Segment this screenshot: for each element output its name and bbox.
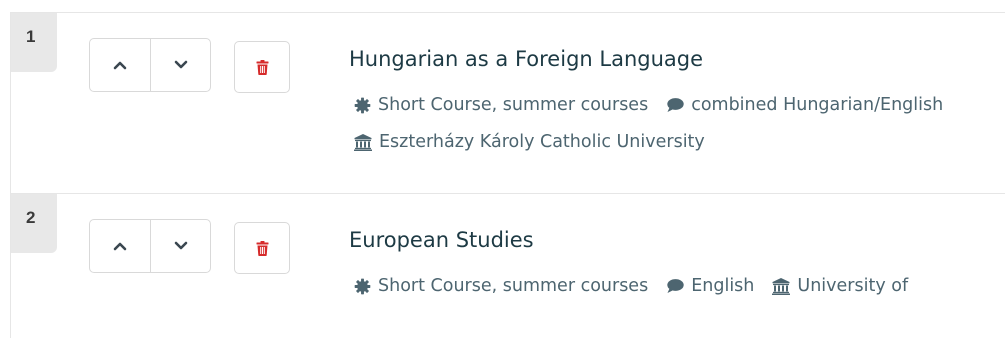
course-type: Short Course, summer courses <box>354 276 648 296</box>
course-institution-line: Eszterházy Károly Catholic University <box>354 132 723 152</box>
course-meta-line: Short Course, summer courses combined Hu… <box>354 95 961 115</box>
course-institution: Eszterházy Károly Catholic University <box>354 132 705 152</box>
chevron-down-icon <box>174 241 187 250</box>
university-icon <box>354 133 372 151</box>
course-title[interactable]: European Studies <box>349 228 534 252</box>
row-number-badge: 1 <box>11 13 57 72</box>
course-type-label: Short Course, summer courses <box>378 276 649 296</box>
course-language: combined Hungarian/English <box>666 95 943 115</box>
course-language-label: combined Hungarian/English <box>691 95 944 115</box>
row-number-badge: 2 <box>11 194 57 253</box>
course-type-label: Short Course, summer courses <box>378 95 649 115</box>
gear-icon <box>354 278 371 294</box>
reorder-button-group <box>89 38 211 92</box>
course-meta-line: Short Course, summer courses English Uni… <box>354 276 926 296</box>
delete-button[interactable] <box>234 41 290 93</box>
gear-icon <box>354 97 371 113</box>
move-down-button[interactable] <box>150 219 211 273</box>
speech-bubble-icon <box>667 279 684 293</box>
course-row: 1 Hungarian as a Foreign Language Short … <box>11 12 1005 194</box>
course-institution: University of <box>772 276 908 296</box>
course-title[interactable]: Hungarian as a Foreign Language <box>349 47 703 71</box>
chevron-up-icon <box>113 61 127 70</box>
course-language-label: English <box>691 276 755 296</box>
speech-bubble-icon <box>667 98 684 112</box>
course-language: English <box>666 276 754 296</box>
course-institution-label[interactable]: University of <box>797 276 908 296</box>
course-type: Short Course, summer courses <box>354 95 648 115</box>
move-up-button[interactable] <box>89 219 151 273</box>
chevron-down-icon <box>174 60 187 69</box>
university-icon <box>772 277 791 295</box>
move-down-button[interactable] <box>150 38 211 92</box>
trash-icon <box>256 59 268 75</box>
course-row: 2 European Studies Short Course, summer … <box>11 193 1005 339</box>
course-list: 1 Hungarian as a Foreign Language Short … <box>10 12 1005 338</box>
move-up-button[interactable] <box>89 38 151 92</box>
delete-button[interactable] <box>234 222 290 274</box>
reorder-button-group <box>89 219 211 273</box>
trash-icon <box>256 240 268 256</box>
chevron-up-icon <box>113 242 127 251</box>
course-institution-label[interactable]: Eszterházy Károly Catholic University <box>379 132 705 152</box>
